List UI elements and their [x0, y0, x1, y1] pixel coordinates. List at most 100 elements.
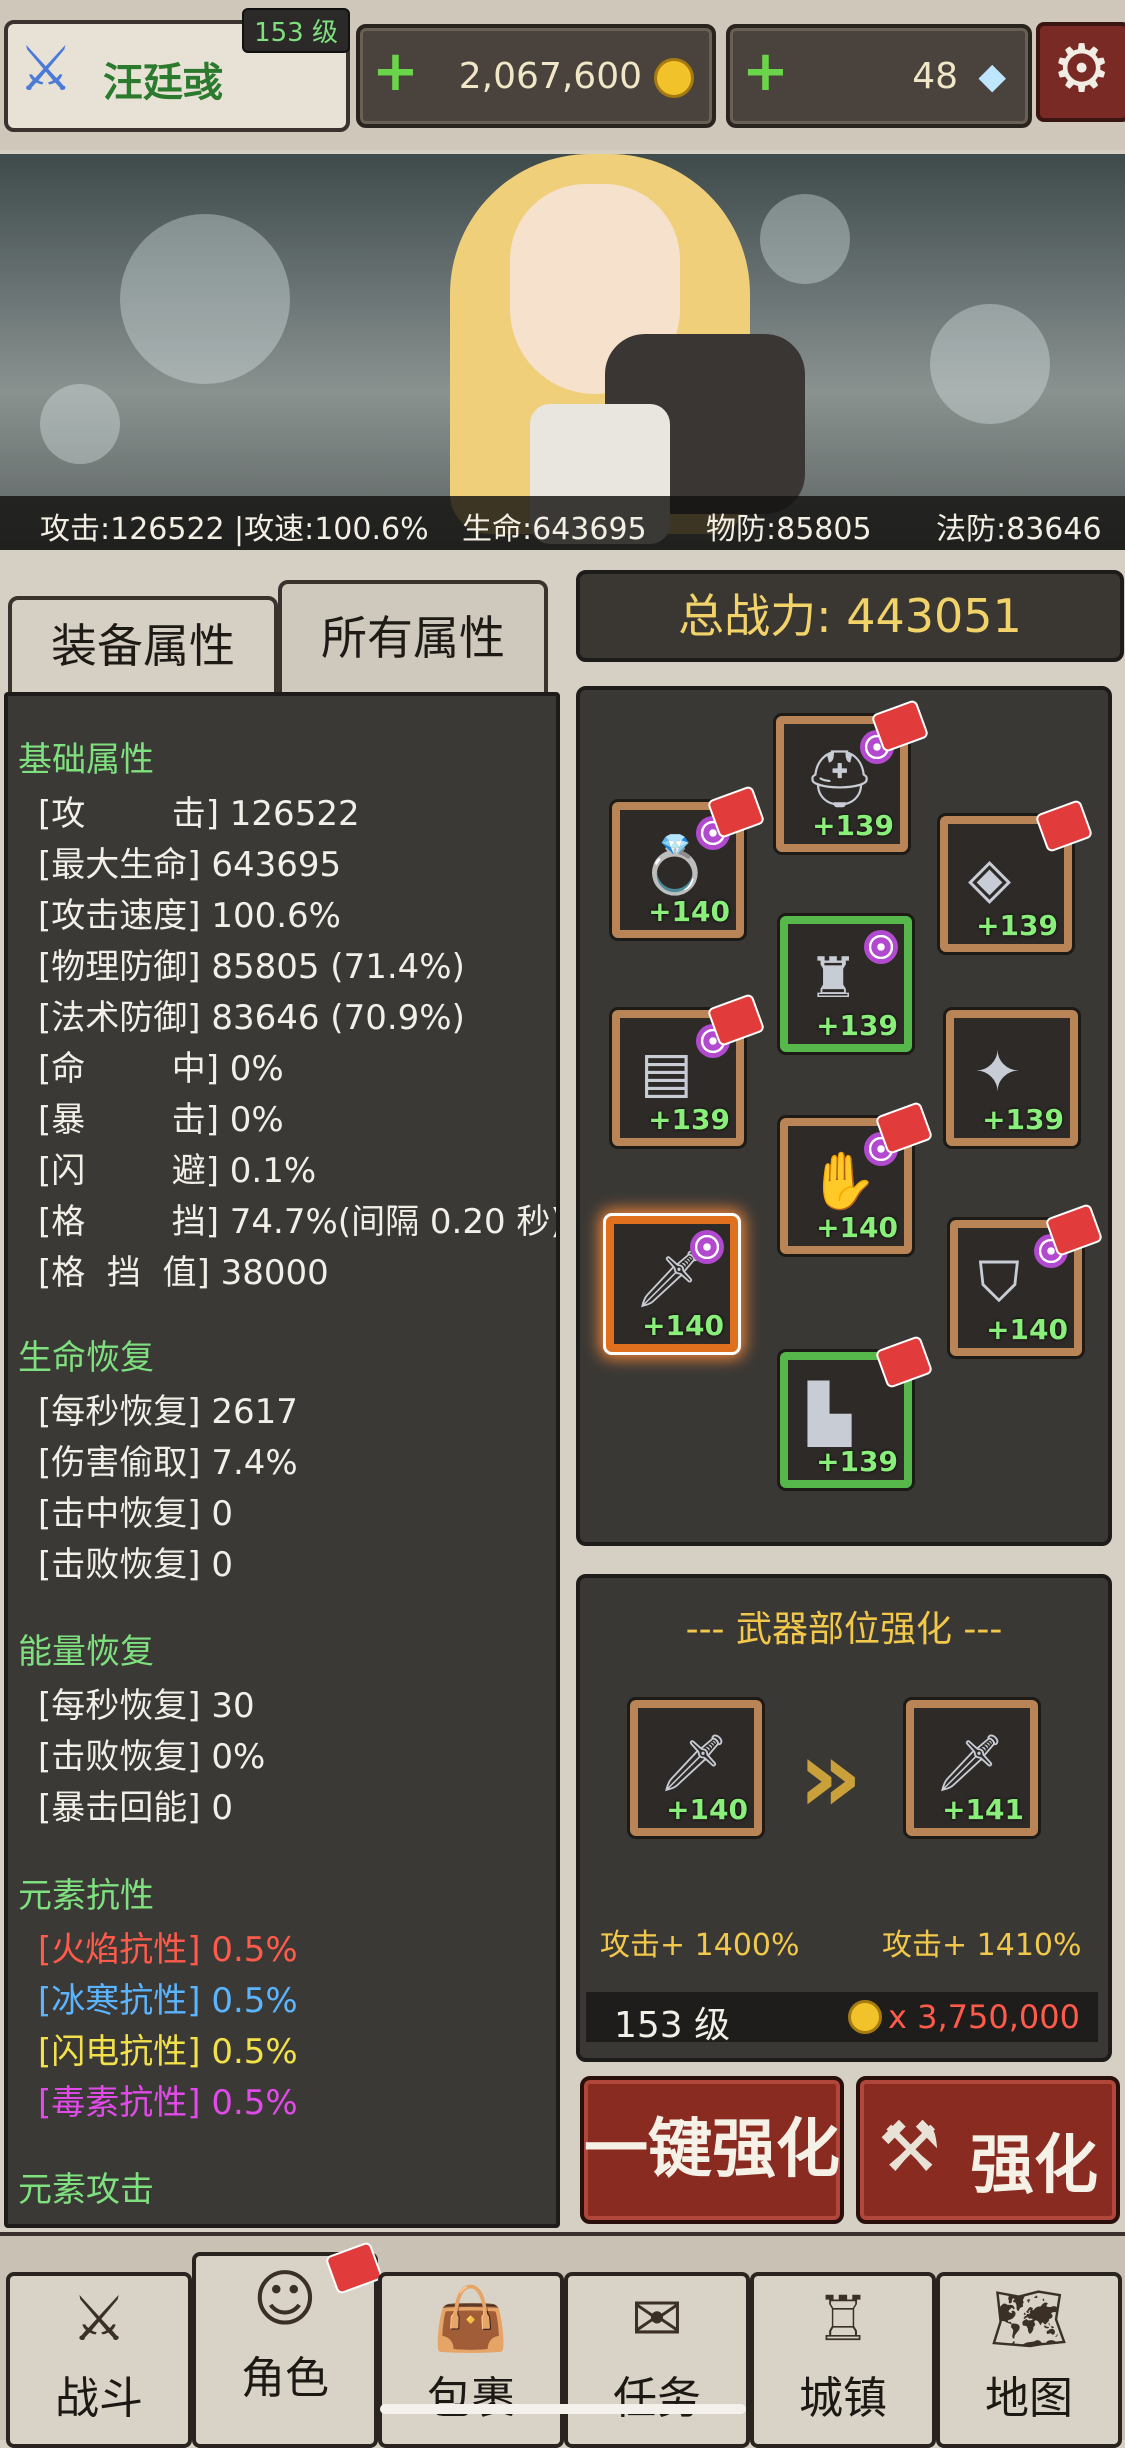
gold-display[interactable]: + 2,067,600: [356, 24, 716, 128]
attr-lifesteal: [伤害偷取] 7.4%: [38, 1443, 298, 1483]
nav-town[interactable]: ♖ 城镇: [750, 2272, 936, 2448]
shield-icon: ⛉: [978, 1250, 1020, 1315]
bag-icon: 👜: [432, 2282, 510, 2355]
belt-icon: ▤: [640, 1040, 693, 1105]
equip-slot-necklace[interactable]: ◈ +139: [940, 798, 1094, 952]
weapon-icon: 🗡: [658, 1731, 730, 1796]
attr-hp-on-kill: [击败恢复] 0: [38, 1545, 233, 1585]
crossed-swords-icon: ⚔: [71, 2282, 127, 2355]
player-plate[interactable]: ⚔ 汪廷彧 153 级: [4, 8, 350, 132]
equip-slot-helmet[interactable]: ⛑ +139: [776, 698, 930, 852]
player-name: 汪廷彧: [103, 60, 223, 106]
equip-slot-gloves[interactable]: ✋ +140: [780, 1100, 934, 1254]
equip-slot-boots[interactable]: ▙ +139: [780, 1334, 934, 1488]
tab-all-attributes[interactable]: 所有属性: [278, 580, 548, 696]
gold-amount: 2,067,600: [458, 56, 642, 97]
attr-max-hp: [最大生命] 643695: [38, 845, 342, 885]
total-power: 总战力: 443051: [576, 570, 1124, 662]
add-gem-icon[interactable]: +: [742, 44, 789, 100]
shoulder-icon: ✦: [974, 1040, 1021, 1105]
stat-attack-speed: |攻速:100.6%: [234, 512, 429, 547]
boots-icon: ▙: [808, 1382, 852, 1447]
equipment-grid: ⛑ +139 💍 +140 ◈ +139 ♜ +139 ▤ +139 ✦ +13…: [576, 686, 1112, 1546]
attr-hp-on-hit: [击中恢复] 0: [38, 1494, 233, 1534]
gem-display[interactable]: + 48 ◆: [726, 24, 1032, 128]
weapon-upgrade-panel: --- 武器部位强化 --- 🗡 +140 » 🗡 +141 攻击+ 1400%…: [576, 1574, 1112, 2062]
equip-slot-armor[interactable]: ♜ +139: [780, 916, 912, 1052]
nav-battle[interactable]: ⚔ 战斗: [6, 2272, 192, 2448]
attr-hp-per-sec: [每秒恢复] 2617: [38, 1392, 298, 1432]
equip-slot-belt[interactable]: ▤ +139: [612, 992, 766, 1146]
attr-phys-def: [物理防御] 85805 (71.4%): [38, 947, 465, 987]
attr-energy-per-sec: [每秒恢复] 30: [38, 1686, 255, 1726]
attr-attack-speed: [攻击速度] 100.6%: [38, 896, 341, 936]
attr-ice-resist: [冰寒抗性] 0.5%: [38, 1981, 298, 2021]
upgrade-title: --- 武器部位强化 ---: [685, 1609, 1003, 1650]
auto-upgrade-button[interactable]: 一键强化: [580, 2076, 844, 2224]
section-resist: 元素抗性: [18, 1876, 154, 1916]
bottom-nav: ⚔ 战斗 ☺ 角色 👜 包裹 ✉ 任务 ♖ 城镇 🗺 地图: [0, 2232, 1125, 2448]
attribute-panel[interactable]: 基础属性 [攻 击] 126522 [最大生命] 643695 [攻击速度] 1…: [4, 692, 560, 2228]
attr-block-value: [格 挡 值] 38000: [38, 1253, 329, 1293]
nav-quests[interactable]: ✉ 任务: [564, 2272, 750, 2448]
stat-mag-def: 法防:83646: [936, 512, 1102, 547]
nav-inventory[interactable]: 👜 包裹: [378, 2272, 564, 2448]
attr-energy-on-kill: [击败恢复] 0%: [38, 1737, 266, 1777]
attr-energy-on-crit: [暴击回能] 0: [38, 1788, 233, 1828]
equip-slot-weapon[interactable]: 🗡 +140: [606, 1216, 738, 1352]
stat-phys-def: 物防:85805: [706, 512, 872, 547]
equip-slot-shield[interactable]: ⛉ +140: [950, 1202, 1104, 1356]
crossed-swords-icon: ⚔: [18, 32, 74, 105]
hero-banner: [0, 154, 1125, 550]
upgrade-cost-bar: 153 级 x 3,750,000: [586, 1992, 1098, 2046]
weapon-icon: 🗡: [934, 1731, 1006, 1796]
section-basic: 基础属性: [18, 740, 154, 780]
castle-icon: ♖: [815, 2282, 871, 2355]
add-gold-icon[interactable]: +: [372, 44, 419, 100]
upgrade-next-stat: 攻击+ 1410%: [882, 1928, 1082, 1963]
nav-map[interactable]: 🗺 地图: [936, 2272, 1122, 2448]
attr-attack: [攻 击] 126522: [38, 794, 360, 834]
settings-button[interactable]: ⚙: [1036, 22, 1125, 122]
stat-attack: 攻击:126522: [40, 512, 225, 547]
map-icon: 🗺: [989, 2282, 1069, 2355]
equip-slot-shoulder[interactable]: ✦ +139: [946, 1010, 1078, 1146]
attr-fire-resist: [火焰抗性] 0.5%: [38, 1930, 298, 1970]
hero-portrait: [380, 154, 840, 550]
upgrade-button[interactable]: ⚒ 强化: [856, 2076, 1120, 2224]
hero-stats-bar: 攻击:126522 |攻速:100.6% 生命:643695 物防:85805 …: [0, 496, 1125, 550]
section-energy-regen: 能量恢复: [18, 1632, 154, 1672]
hammer-icon: ⚒: [878, 2106, 941, 2188]
section-element-attack: 元素攻击: [18, 2170, 154, 2210]
armor-icon: ♜: [808, 946, 859, 1011]
tab-equipment-attributes[interactable]: 装备属性: [8, 596, 278, 696]
nav-character[interactable]: ☺ 角色: [192, 2240, 384, 2448]
upgrade-cost: x 3,750,000: [888, 1998, 1080, 2036]
arrow-right-icon: »: [798, 1718, 863, 1835]
gold-coin-icon: [654, 58, 694, 98]
necklace-icon: ◈: [968, 846, 1012, 911]
attr-dodge: [闪 避] 0.1%: [38, 1151, 317, 1191]
attr-poison-resist: [毒素抗性] 0.5%: [38, 2083, 298, 2123]
upgrade-next-item: 🗡 +141: [906, 1700, 1038, 1836]
gem-amount: 48: [912, 56, 958, 97]
upgrade-flag-icon: [874, 1334, 934, 1390]
section-life-regen: 生命恢复: [18, 1338, 154, 1378]
required-level: 153 级: [614, 2005, 731, 2046]
equip-slot-ring[interactable]: 💍 +140: [612, 784, 766, 938]
gear-icon: ⚙: [1052, 30, 1112, 107]
attr-crit: [暴 击] 0%: [38, 1100, 284, 1140]
attr-mag-def: [法术防御] 83646 (70.9%): [38, 998, 465, 1038]
stat-hp: 生命:643695: [462, 512, 647, 547]
attr-lightning-resist: [闪电抗性] 0.5%: [38, 2032, 298, 2072]
upgrade-flag-icon: [1034, 798, 1094, 854]
upgrade-current-item: 🗡 +140: [630, 1700, 762, 1836]
attr-hit: [命 中] 0%: [38, 1049, 284, 1089]
diamond-icon: ◆: [978, 56, 1006, 97]
level-badge: 153 级: [242, 8, 350, 53]
upgrade-current-stat: 攻击+ 1400%: [600, 1928, 800, 1963]
attr-block: [格 挡] 74.7%(间隔 0.20 秒): [38, 1202, 560, 1242]
gold-coin-icon: [848, 2000, 882, 2034]
quest-icon: ✉: [631, 2282, 683, 2355]
home-indicator: [380, 2404, 746, 2414]
